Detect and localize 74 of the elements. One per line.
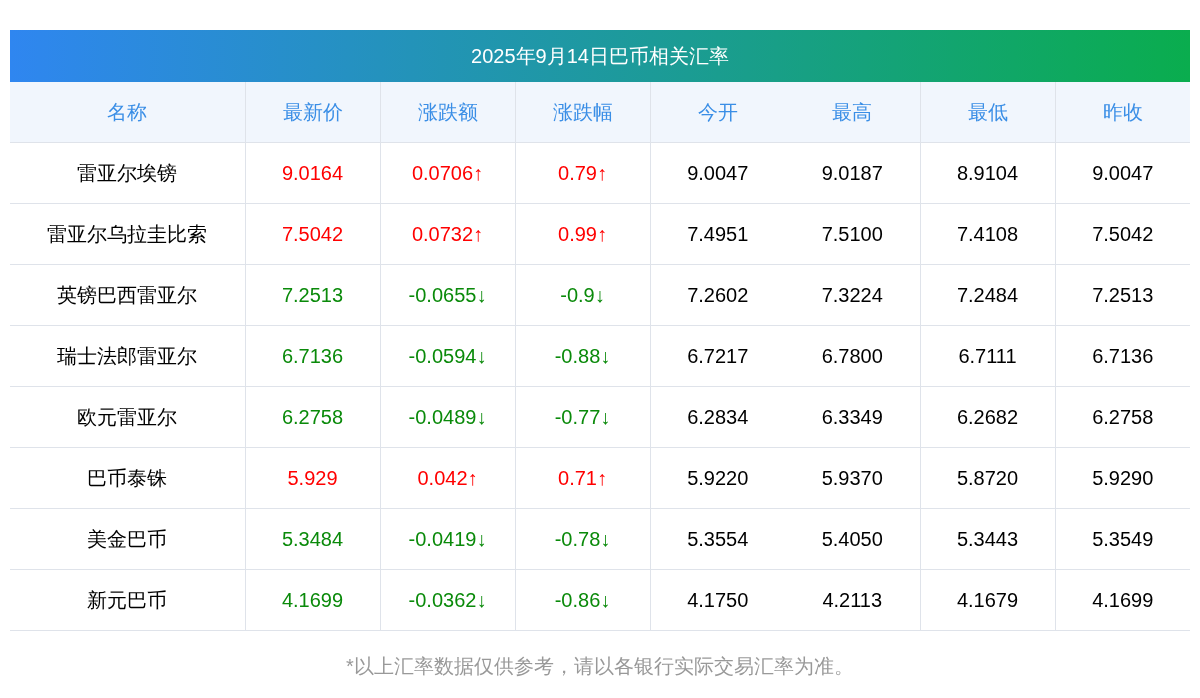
table-cell: 0.0706↑ — [380, 142, 515, 203]
table-cell: 7.4108 — [920, 203, 1055, 264]
table-cell: 7.2513 — [245, 264, 380, 325]
table-cell: -0.78↓ — [515, 508, 650, 569]
table-cell: -0.0362↓ — [380, 569, 515, 630]
column-header: 最低 — [920, 82, 1055, 142]
table-cell: 4.1750 — [650, 569, 785, 630]
table-cell: 6.7136 — [245, 325, 380, 386]
table-cell: 6.2834 — [650, 386, 785, 447]
column-header: 涨跌幅 — [515, 82, 650, 142]
currency-pair-cell: 雷亚尔埃镑 — [10, 142, 245, 203]
table-cell: -0.88↓ — [515, 325, 650, 386]
table-cell: 0.042↑ — [380, 447, 515, 508]
table-cell: 7.4951 — [650, 203, 785, 264]
table-cell: 7.5042 — [245, 203, 380, 264]
table-cell: 7.2513 — [1055, 264, 1190, 325]
table-cell: 6.3349 — [785, 386, 920, 447]
table-cell: 0.99↑ — [515, 203, 650, 264]
table-cell: 7.2602 — [650, 264, 785, 325]
currency-pair-cell: 巴币泰铢 — [10, 447, 245, 508]
table-cell: 7.5100 — [785, 203, 920, 264]
table-cell: -0.77↓ — [515, 386, 650, 447]
table-cell: -0.0655↓ — [380, 264, 515, 325]
table-cell: 5.3443 — [920, 508, 1055, 569]
table-cell: 7.3224 — [785, 264, 920, 325]
table-cell: 4.1699 — [1055, 569, 1190, 630]
table-cell: 5.929 — [245, 447, 380, 508]
table-cell: 6.7217 — [650, 325, 785, 386]
table-cell: 4.2113 — [785, 569, 920, 630]
currency-pair-cell: 雷亚尔乌拉圭比索 — [10, 203, 245, 264]
column-header: 涨跌额 — [380, 82, 515, 142]
table-cell: -0.0594↓ — [380, 325, 515, 386]
currency-pair-cell: 美金巴币 — [10, 508, 245, 569]
column-header: 最高 — [785, 82, 920, 142]
currency-pair-cell: 英镑巴西雷亚尔 — [10, 264, 245, 325]
column-header: 最新价 — [245, 82, 380, 142]
table-cell: 5.4050 — [785, 508, 920, 569]
table-cell: 5.9290 — [1055, 447, 1190, 508]
currency-pair-cell: 欧元雷亚尔 — [10, 386, 245, 447]
currency-pair-cell: 瑞士法郎雷亚尔 — [10, 325, 245, 386]
table-cell: 6.7800 — [785, 325, 920, 386]
table-cell: 5.3484 — [245, 508, 380, 569]
table-cell: 7.2484 — [920, 264, 1055, 325]
table-cell: 7.5042 — [1055, 203, 1190, 264]
table-cell: 9.0187 — [785, 142, 920, 203]
table-cell: 0.71↑ — [515, 447, 650, 508]
table-cell: 6.7111 — [920, 325, 1055, 386]
table-cell: 6.7136 — [1055, 325, 1190, 386]
table-cell: 4.1699 — [245, 569, 380, 630]
table-cell: 6.2758 — [1055, 386, 1190, 447]
table-cell: 0.0732↑ — [380, 203, 515, 264]
column-header: 昨收 — [1055, 82, 1190, 142]
table-cell: 9.0047 — [650, 142, 785, 203]
table-cell: 5.9370 — [785, 447, 920, 508]
table-cell: 9.0047 — [1055, 142, 1190, 203]
table-cell: -0.0489↓ — [380, 386, 515, 447]
column-header: 今开 — [650, 82, 785, 142]
table-cell: 4.1679 — [920, 569, 1055, 630]
currency-pair-cell: 新元巴币 — [10, 569, 245, 630]
table-cell: 5.3554 — [650, 508, 785, 569]
table-cell: 6.2758 — [245, 386, 380, 447]
table-cell: -0.9↓ — [515, 264, 650, 325]
table-title: 2025年9月14日巴币相关汇率 — [10, 30, 1190, 82]
table-cell: 5.9220 — [650, 447, 785, 508]
column-header: 名称 — [10, 82, 245, 142]
table-cell: 5.3549 — [1055, 508, 1190, 569]
table-cell: -0.0419↓ — [380, 508, 515, 569]
table-cell: 5.8720 — [920, 447, 1055, 508]
table-cell: -0.86↓ — [515, 569, 650, 630]
table-cell: 9.0164 — [245, 142, 380, 203]
table-cell: 8.9104 — [920, 142, 1055, 203]
table-cell: 6.2682 — [920, 386, 1055, 447]
table-cell: 0.79↑ — [515, 142, 650, 203]
footnote: *以上汇率数据仅供参考，请以各银行实际交易汇率为准。 — [346, 654, 854, 677]
